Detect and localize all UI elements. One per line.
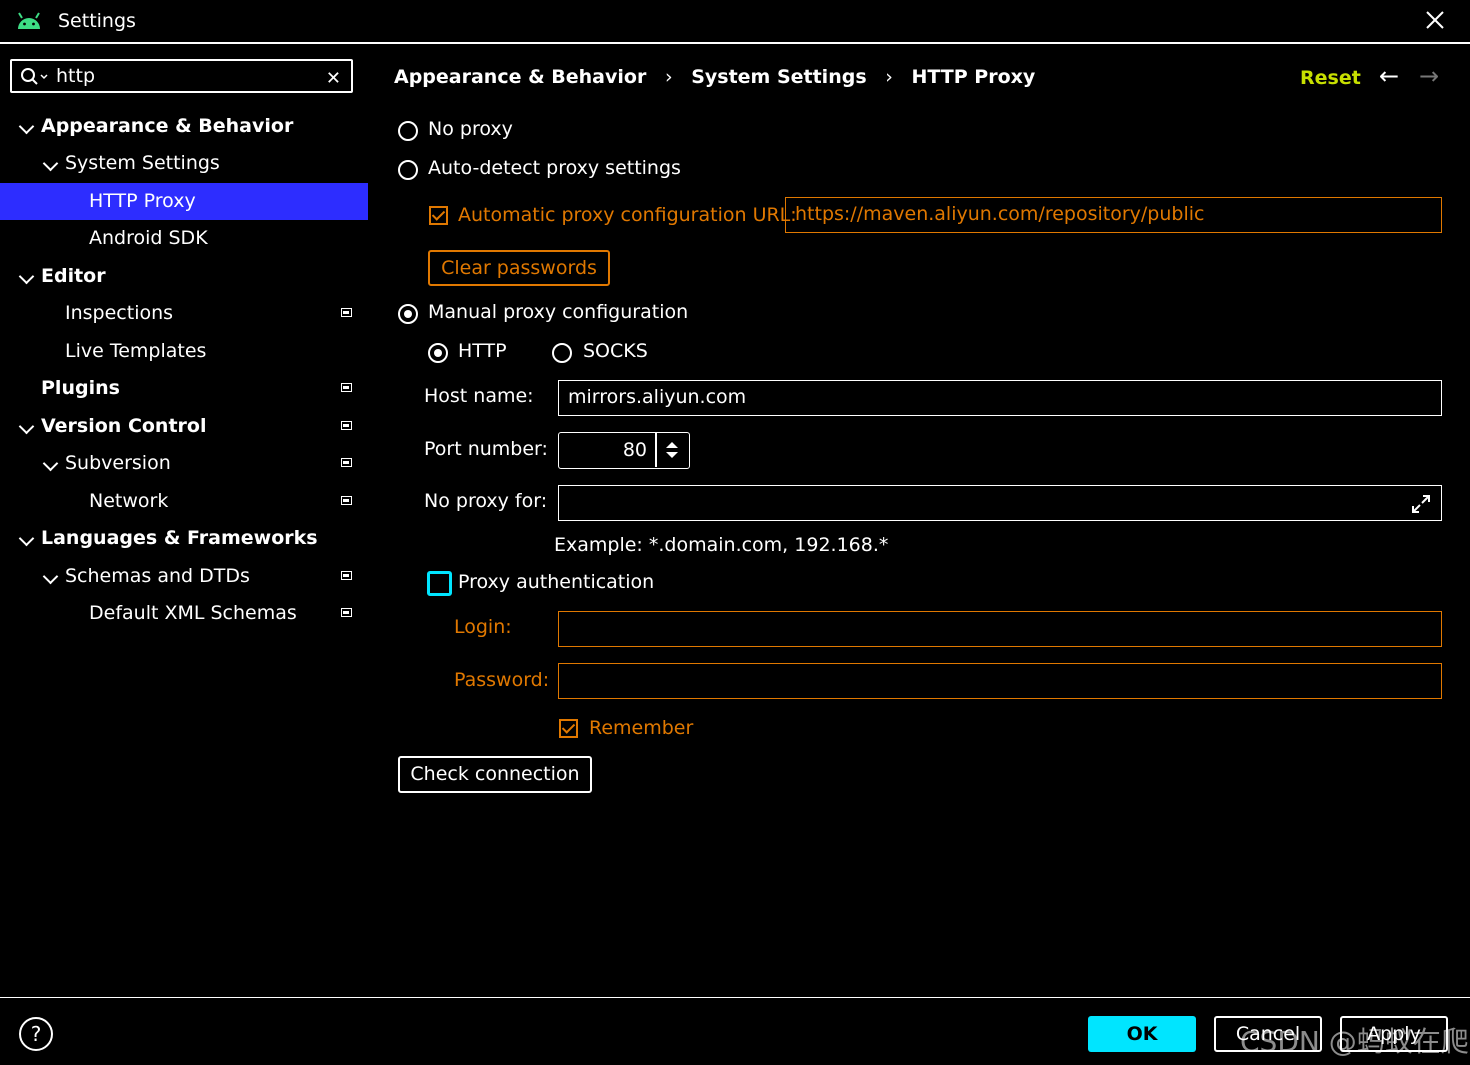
sidebar-item-plugins[interactable]: Plugins xyxy=(0,370,368,407)
auto-url-value: https://maven.aliyun.com/repository/publ… xyxy=(795,203,1205,225)
clear-search-icon[interactable]: ✕ xyxy=(326,68,341,89)
project-settings-icon xyxy=(341,608,352,617)
proxy-auth-label: Proxy authentication xyxy=(458,571,655,593)
window-title: Settings xyxy=(58,10,136,32)
sidebar-item-languages-frameworks[interactable]: Languages & Frameworks xyxy=(0,520,368,557)
watermark: CSDN @蚂蚁在爬 xyxy=(1240,1025,1469,1058)
breadcrumb-item[interactable]: Appearance & Behavior xyxy=(394,66,646,88)
breadcrumb-item: HTTP Proxy xyxy=(911,66,1036,88)
project-settings-icon xyxy=(341,383,352,392)
reset-link[interactable]: Reset xyxy=(1300,67,1361,89)
project-settings-icon xyxy=(341,308,352,317)
search-icon xyxy=(21,68,48,85)
no-proxy-for-input[interactable] xyxy=(558,485,1442,521)
manual-proxy-label: Manual proxy configuration xyxy=(428,301,689,323)
sidebar-item-label: Plugins xyxy=(41,377,120,399)
footer-divider xyxy=(0,997,1470,998)
sidebar-item-label: Version Control xyxy=(41,415,207,437)
no-proxy-for-label: No proxy for: xyxy=(424,490,548,512)
title-bar: Settings xyxy=(0,0,1470,44)
login-input[interactable] xyxy=(558,611,1442,647)
chevron-down-icon xyxy=(42,155,59,172)
expand-icon[interactable] xyxy=(1411,494,1431,514)
sidebar-item-android-sdk[interactable]: Android SDK xyxy=(0,220,368,257)
settings-search-input[interactable]: http ✕ xyxy=(10,59,353,93)
port-number-value: 80 xyxy=(622,439,647,461)
stepper-arrows-icon[interactable] xyxy=(665,440,679,460)
sidebar-item-label: Subversion xyxy=(65,452,171,474)
sidebar-item-label: Schemas and DTDs xyxy=(65,565,250,587)
chevron-down-icon xyxy=(42,455,59,472)
auto-url-label: Automatic proxy configuration URL: xyxy=(458,204,797,226)
http-label: HTTP xyxy=(458,340,507,362)
sidebar-item-system-settings[interactable]: System Settings xyxy=(0,145,368,182)
close-icon[interactable] xyxy=(1424,9,1446,31)
check-connection-button[interactable]: Check connection xyxy=(398,756,592,793)
stepper-divider xyxy=(655,433,657,467)
sidebar-item-version-control[interactable]: Version Control xyxy=(0,408,368,445)
project-settings-icon xyxy=(341,421,352,430)
host-name-value: mirrors.aliyun.com xyxy=(568,386,747,408)
sidebar-item-schemas-dtds[interactable]: Schemas and DTDs xyxy=(0,558,368,595)
socks-radio[interactable] xyxy=(552,343,572,363)
sidebar-item-http-proxy[interactable]: HTTP Proxy xyxy=(0,183,368,220)
project-settings-icon xyxy=(341,571,352,580)
sidebar-item-default-xml-schemas[interactable]: Default XML Schemas xyxy=(0,595,368,632)
sidebar-item-label: Network xyxy=(89,490,169,512)
ok-button[interactable]: OK xyxy=(1088,1016,1196,1052)
forward-arrow-icon[interactable]: → xyxy=(1419,62,1439,90)
auto-url-checkbox[interactable] xyxy=(429,206,448,225)
sidebar-item-label: Android SDK xyxy=(89,227,208,249)
port-number-stepper[interactable]: 80 xyxy=(558,432,690,469)
sidebar-item-label: Default XML Schemas xyxy=(89,602,297,624)
auto-detect-radio[interactable] xyxy=(398,160,418,180)
chevron-down-icon xyxy=(18,530,35,547)
chevron-down-icon xyxy=(18,118,35,135)
project-settings-icon xyxy=(341,458,352,467)
breadcrumb: Appearance & Behavior › System Settings … xyxy=(394,66,1035,88)
breadcrumb-separator: › xyxy=(885,66,893,88)
sidebar-item-label: Inspections xyxy=(65,302,174,324)
back-arrow-icon[interactable]: ← xyxy=(1379,62,1399,90)
sidebar-item-label: Appearance & Behavior xyxy=(41,115,294,137)
clear-passwords-button[interactable]: Clear passwords xyxy=(428,250,610,286)
login-label: Login: xyxy=(454,616,512,638)
socks-label: SOCKS xyxy=(583,340,648,362)
help-icon[interactable]: ? xyxy=(19,1017,53,1051)
host-name-label: Host name: xyxy=(424,385,534,407)
auto-url-input[interactable]: https://maven.aliyun.com/repository/publ… xyxy=(785,197,1442,233)
proxy-auth-checkbox[interactable] xyxy=(427,571,452,596)
http-radio[interactable] xyxy=(428,343,448,363)
sidebar-item-label: Editor xyxy=(41,265,106,287)
search-query: http xyxy=(56,65,96,87)
sidebar-item-label: System Settings xyxy=(65,152,220,174)
sidebar-item-label: HTTP Proxy xyxy=(89,190,196,212)
no-proxy-label: No proxy xyxy=(428,118,513,140)
android-logo-icon xyxy=(18,12,40,29)
remember-checkbox[interactable] xyxy=(559,719,578,738)
manual-proxy-radio[interactable] xyxy=(398,304,418,324)
sidebar-item-inspections[interactable]: Inspections xyxy=(0,295,368,332)
project-settings-icon xyxy=(341,496,352,505)
no-proxy-example: Example: *.domain.com, 192.168.* xyxy=(554,534,889,556)
host-name-input[interactable]: mirrors.aliyun.com xyxy=(558,380,1442,416)
chevron-down-icon xyxy=(18,418,35,435)
password-label: Password: xyxy=(454,669,550,691)
chevron-down-icon xyxy=(18,268,35,285)
auto-detect-label: Auto-detect proxy settings xyxy=(428,157,681,179)
breadcrumb-item[interactable]: System Settings xyxy=(691,66,866,88)
remember-label: Remember xyxy=(589,717,694,739)
sidebar-item-live-templates[interactable]: Live Templates xyxy=(0,333,368,370)
port-number-label: Port number: xyxy=(424,438,548,460)
sidebar-item-network[interactable]: Network xyxy=(0,483,368,520)
sidebar-item-subversion[interactable]: Subversion xyxy=(0,445,368,482)
breadcrumb-separator: › xyxy=(664,66,673,88)
sidebar-item-label: Languages & Frameworks xyxy=(41,527,318,549)
sidebar-item-editor[interactable]: Editor xyxy=(0,258,368,295)
sidebar-item-label: Live Templates xyxy=(65,340,207,362)
password-input[interactable] xyxy=(558,663,1442,699)
sidebar-item-appearance-behavior[interactable]: Appearance & Behavior xyxy=(0,108,368,145)
no-proxy-radio[interactable] xyxy=(398,121,418,141)
chevron-down-icon xyxy=(42,568,59,585)
